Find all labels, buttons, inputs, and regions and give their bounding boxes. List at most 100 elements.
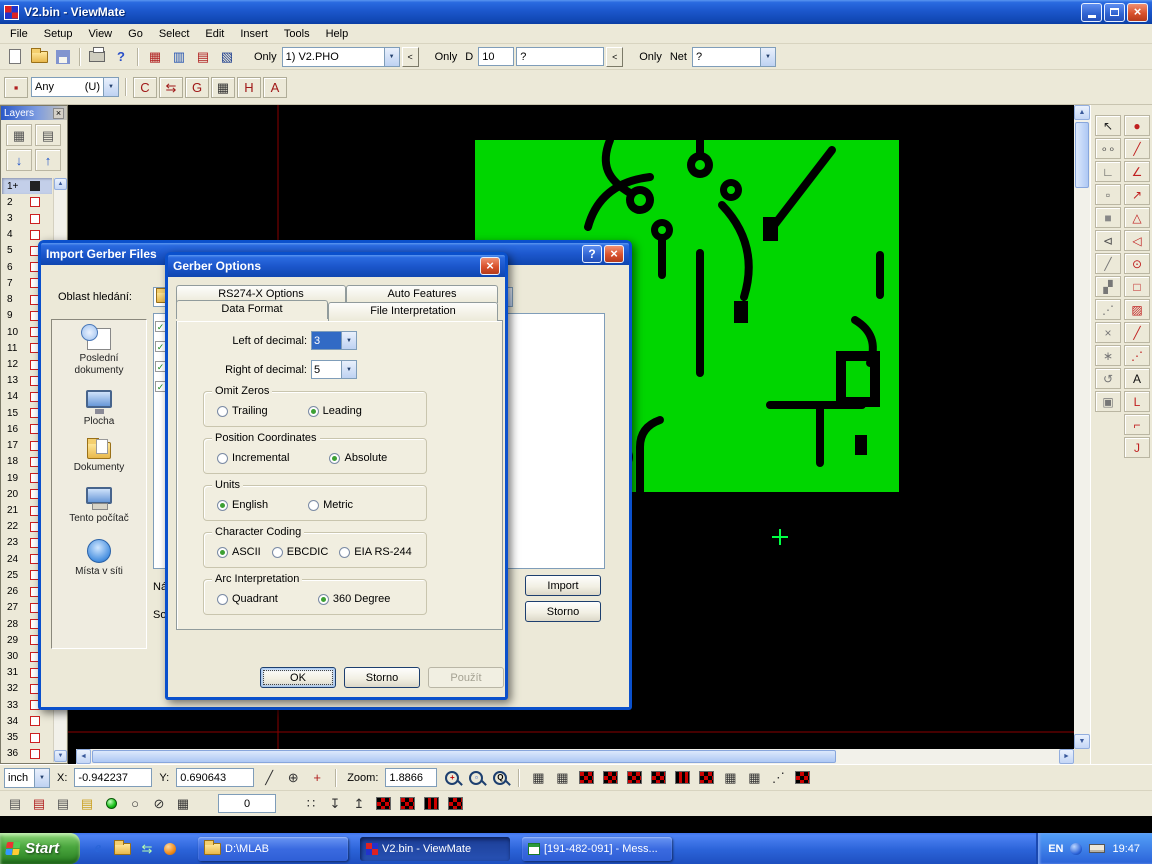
select-mode-button[interactable]: ▪ (4, 77, 28, 98)
draw-el-button[interactable]: L (1124, 391, 1150, 412)
layer-visibility-checkbox[interactable] (30, 733, 40, 743)
layer-row[interactable]: 36 (2, 746, 52, 762)
radio-option-leading[interactable]: Leading (308, 405, 362, 417)
star-tool-button[interactable]: ∗ (1095, 345, 1121, 366)
rotate-tool-button[interactable]: ↺ (1095, 368, 1121, 389)
mirror-flip-button[interactable]: ⊲ (1095, 230, 1121, 251)
menu-file[interactable]: File (2, 26, 36, 42)
zoom-field[interactable]: 1.8866 (385, 768, 437, 787)
radio-option-trailing[interactable]: Trailing (217, 405, 268, 417)
chevron-down-icon[interactable] (384, 48, 399, 66)
taskbar-button-1[interactable]: D:\MLAB (198, 837, 348, 861)
grid-large-button[interactable]: ▦ (743, 767, 765, 788)
close-button[interactable] (1127, 3, 1148, 22)
layer-row[interactable]: 34 (2, 713, 52, 729)
close-button[interactable] (480, 257, 500, 275)
board-corner-button[interactable]: ∟ (1095, 161, 1121, 182)
highlight-c-button[interactable]: C (133, 77, 157, 98)
center-target-button[interactable]: ⊕ (282, 767, 304, 788)
anchor-up-button[interactable]: ↥ (348, 793, 370, 814)
dotted-slash-button[interactable]: ⋰ (1095, 299, 1121, 320)
close-button[interactable] (604, 245, 624, 263)
radio-option-absolute[interactable]: Absolute (329, 452, 387, 464)
layer-step-4-button[interactable]: ▤ (76, 793, 98, 814)
horizontal-scrollbar[interactable]: ◄ ► (76, 749, 1074, 764)
pad-view-3-button[interactable] (623, 767, 645, 788)
menu-tools[interactable]: Tools (276, 26, 318, 42)
slash-tool-button[interactable]: ╱ (1095, 253, 1121, 274)
x-coordinate-field[interactable]: -0.942237 (74, 768, 152, 787)
save-file-button[interactable] (52, 46, 74, 67)
taskbar-button-2[interactable]: V2.bin - ViewMate (360, 837, 510, 861)
scroll-up-icon[interactable]: ▲ (54, 178, 67, 190)
layer-combo[interactable]: 1) V2.PHO (282, 47, 400, 67)
draw-polyline-button[interactable]: ∠ (1124, 161, 1150, 182)
firefox-button[interactable] (162, 839, 178, 859)
scroll-down-icon[interactable]: ▼ (1074, 734, 1090, 749)
radio-option-ascii[interactable]: ASCII (217, 546, 261, 558)
layer-step-2-button[interactable]: ▤ (28, 793, 50, 814)
language-indicator[interactable]: EN (1048, 843, 1063, 855)
layer-visibility-checkbox[interactable] (30, 181, 40, 191)
chevron-down-icon[interactable] (341, 332, 356, 349)
tab-file-interpretation[interactable]: File Interpretation (328, 302, 498, 321)
menu-insert[interactable]: Insert (232, 26, 276, 42)
layer-visibility-checkbox[interactable] (30, 197, 40, 207)
radio-option-metric[interactable]: Metric (308, 499, 353, 511)
menu-select[interactable]: Select (151, 26, 198, 42)
aperture-list-button[interactable]: ▥ (168, 46, 190, 67)
layer-visibility-checkbox[interactable] (30, 214, 40, 224)
text-tool-button[interactable]: A (1124, 368, 1150, 389)
group-select-button[interactable]: G (185, 77, 209, 98)
slash-pad-button[interactable]: ▞ (1095, 276, 1121, 297)
pad-mode-1-button[interactable] (372, 793, 394, 814)
zoom-window-button[interactable]: ▫ (465, 767, 487, 788)
place-desktop[interactable]: Plocha (52, 382, 146, 434)
scroll-layers-up-button[interactable]: ↑ (35, 149, 61, 171)
pad-mode-3-button[interactable] (420, 793, 442, 814)
minimize-button[interactable] (1081, 3, 1102, 22)
chevron-down-icon[interactable] (34, 769, 49, 787)
anchor-down-button[interactable]: ↧ (324, 793, 346, 814)
draw-circle-pad-button[interactable]: ⊙ (1124, 253, 1150, 274)
menu-go[interactable]: Go (120, 26, 151, 42)
menu-setup[interactable]: Setup (36, 26, 81, 42)
dot-grid-button[interactable]: ∷ (300, 793, 322, 814)
menu-help[interactable]: Help (318, 26, 357, 42)
draw-line-button[interactable]: ╱ (1124, 138, 1150, 159)
count-field[interactable]: 0 (218, 794, 276, 813)
import-button[interactable]: Import (525, 575, 601, 596)
recess-square-button[interactable]: ▣ (1095, 391, 1121, 412)
layer-row[interactable]: 1+ (2, 178, 52, 194)
hatch-pad-button[interactable]: ▨ (1124, 299, 1150, 320)
grid-small-button[interactable]: ▦ (719, 767, 741, 788)
circle-tool-button[interactable]: ○ (124, 793, 146, 814)
draw-point-button[interactable]: ● (1124, 115, 1150, 136)
pad-mode-4-button[interactable] (444, 793, 466, 814)
film-chart-button[interactable]: ▧ (216, 46, 238, 67)
layer-step-3-button[interactable]: ▤ (52, 793, 74, 814)
radio-option-quadrant[interactable]: Quadrant (217, 593, 278, 605)
y-coordinate-field[interactable]: 0.690643 (176, 768, 254, 787)
pad-view-2-button[interactable] (599, 767, 621, 788)
radio-option-360-degree[interactable]: 360 Degree (318, 593, 391, 605)
tab-auto-features[interactable]: Auto Features (346, 285, 498, 303)
taskbar-button-3[interactable]: [191-482-091] - Mess... (522, 837, 672, 861)
apply-button[interactable]: Použít (428, 667, 504, 688)
dcode-table-button[interactable]: ▦ (144, 46, 166, 67)
dcode-pair-button[interactable]: ∘∘ (1095, 138, 1121, 159)
clock[interactable]: 19:47 (1112, 843, 1140, 855)
scroll-up-icon[interactable]: ▲ (1074, 105, 1090, 120)
keyboard-tray-icon[interactable] (1089, 844, 1105, 853)
place-my-computer[interactable]: Tento počítač (52, 479, 146, 531)
trace-view-2-button[interactable] (695, 767, 717, 788)
place-documents[interactable]: Dokumenty (52, 434, 146, 480)
radio-option-english[interactable]: English (217, 499, 268, 511)
close-icon[interactable]: × (53, 108, 64, 119)
delete-cross-button[interactable]: × (1095, 322, 1121, 343)
chevron-down-icon[interactable] (103, 78, 118, 96)
place-recent-documents[interactable]: Poslední dokumenty (52, 320, 146, 382)
layer-visibility-checkbox[interactable] (30, 749, 40, 759)
ok-button[interactable]: OK (260, 667, 336, 688)
window-grid-button[interactable]: ▦ (172, 793, 194, 814)
